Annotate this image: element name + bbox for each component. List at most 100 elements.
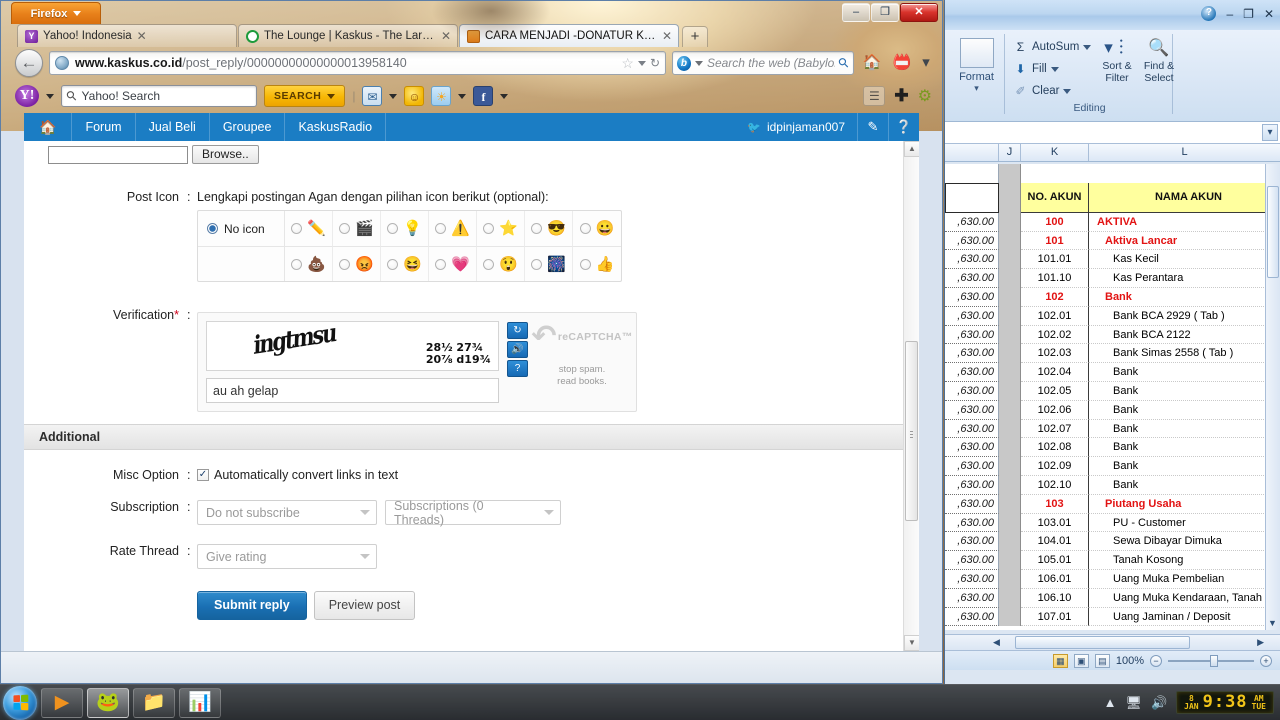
no-icon-option[interactable]: No icon	[198, 211, 285, 246]
zoom-out-button[interactable]: −	[1150, 654, 1162, 667]
start-orb[interactable]	[3, 685, 37, 720]
excel-minimize-button[interactable]: –	[1226, 7, 1233, 21]
cell-j[interactable]	[999, 551, 1021, 570]
no-icon-radio[interactable]	[207, 223, 218, 234]
cell-nama-akun[interactable]: Bank	[1089, 382, 1280, 401]
format-table-icon[interactable]	[959, 38, 994, 68]
post-icon-option-heart[interactable]: 💗	[429, 246, 477, 281]
nav-item-jual-beli[interactable]: Jual Beli	[136, 113, 210, 141]
table-row[interactable]: ,630.00 102.07 Bank	[945, 419, 1280, 439]
scroll-left-icon[interactable]: ◀	[993, 637, 1000, 648]
list-icon[interactable]: ☰	[863, 86, 886, 106]
tab-close-icon[interactable]: ✕	[662, 29, 672, 43]
cell-j[interactable]	[999, 494, 1021, 514]
cell-amount[interactable]: ,630.00	[945, 438, 999, 458]
reload-icon[interactable]: ↻	[650, 56, 660, 70]
back-button[interactable]: ←	[15, 49, 43, 77]
cell-nama-akun[interactable]: Piutang Usaha	[1089, 495, 1280, 514]
table-row[interactable]: ,630.00 102 Bank	[945, 287, 1280, 307]
audio-icon[interactable]: 🔊	[507, 341, 528, 358]
cell-no-akun[interactable]: 102.03	[1021, 344, 1089, 364]
table-row[interactable]: ,630.00 104.01 Sewa Dibayar Dimuka	[945, 532, 1280, 552]
cell-amount[interactable]: ,630.00	[945, 513, 999, 533]
cell-amount[interactable]: ,630.00	[945, 269, 999, 288]
cell-j[interactable]	[999, 231, 1021, 251]
zoom-slider-handle[interactable]	[1210, 654, 1218, 667]
taskbar-explorer[interactable]: 📁	[133, 687, 175, 718]
pencil-icon[interactable]: ✎	[857, 113, 888, 141]
horizontal-scrollbar-thumb[interactable]	[1015, 636, 1190, 649]
radio-icon[interactable]	[339, 258, 351, 270]
zoom-in-button[interactable]: +	[1260, 654, 1272, 667]
cell-nama-akun[interactable]: Bank	[1089, 401, 1280, 420]
post-icon-option-thumbs-up[interactable]: 👍	[573, 246, 621, 281]
cell-no-akun[interactable]: 107.01	[1021, 607, 1089, 627]
cell-j[interactable]	[999, 475, 1021, 495]
page-scrollbar[interactable]: ▲ ▼	[903, 141, 919, 651]
cell-no-akun[interactable]: 103.01	[1021, 513, 1089, 533]
clear-button[interactable]: ✐ Clear	[1013, 80, 1097, 102]
cell-nama-akun[interactable]: Kas Perantara	[1089, 269, 1280, 288]
cell-j[interactable]	[999, 588, 1021, 608]
column-header-j[interactable]: J	[999, 144, 1021, 161]
cell-j[interactable]	[999, 438, 1021, 458]
cell-nama-akun[interactable]: Bank BCA 2122	[1089, 326, 1280, 345]
chevron-down-icon[interactable]: ▾	[949, 83, 1004, 94]
radio-icon[interactable]	[291, 223, 303, 234]
scroll-right-icon[interactable]: ▶	[1257, 637, 1264, 648]
tab-close-icon[interactable]: ✕	[137, 29, 147, 43]
cell-amount[interactable]: ,630.00	[945, 551, 999, 570]
cell-no-akun[interactable]: 102.07	[1021, 419, 1089, 439]
excel-formula-bar[interactable]: ▾	[945, 122, 1280, 144]
url-bar[interactable]: www.kaskus.co.id/post_reply/000000000000…	[49, 51, 666, 75]
nav-item-forum[interactable]: Forum	[72, 113, 136, 141]
table-row[interactable]: ,630.00 101.10 Kas Perantara	[945, 269, 1280, 288]
yahoo-search-input[interactable]: ⚲ Yahoo! Search	[61, 85, 257, 107]
network-icon[interactable]: 🖥	[1125, 695, 1142, 711]
table-row[interactable]: ,630.00 106.01 Uang Muka Pembelian	[945, 569, 1280, 589]
table-row[interactable]: ,630.00 101.01 Kas Kecil	[945, 250, 1280, 270]
cell-no-akun[interactable]: 101.01	[1021, 250, 1089, 270]
cell-left-selected[interactable]	[945, 182, 999, 213]
post-icon-option-yellow-smiley[interactable]: 😀	[573, 211, 621, 246]
search-icon[interactable]: ⚲	[835, 54, 853, 72]
convert-links-checkbox[interactable]: ✓	[197, 469, 209, 481]
cell-no-akun[interactable]: 102.01	[1021, 306, 1089, 326]
cell-amount[interactable]: ,630.00	[945, 325, 999, 345]
radio-icon[interactable]	[339, 223, 351, 234]
cell-j[interactable]	[999, 306, 1021, 326]
cell-amount[interactable]: ,630.00	[945, 231, 999, 251]
nav-home-button[interactable]: 🏠	[24, 113, 73, 141]
cell-nama-akun[interactable]: Sewa Dibayar Dimuka	[1089, 532, 1280, 552]
table-row[interactable]: ,630.00 102.01 Bank BCA 2929 ( Tab )	[945, 306, 1280, 326]
misc-option-field[interactable]: ✓ Automatically convert links in text	[197, 468, 398, 482]
cell-j[interactable]	[999, 532, 1021, 552]
radio-icon[interactable]	[579, 258, 591, 270]
scroll-down-icon[interactable]: ▼	[1268, 618, 1277, 628]
tab-cara-menjadi-donatur-kaskus[interactable]: CARA MENJADI -DONATUR KASKUS-... ✕	[459, 24, 679, 47]
taskbar-clock[interactable]: 8 JAN 9:38 AM TUE	[1176, 691, 1274, 714]
taskbar-media-player[interactable]: ▶	[41, 687, 83, 718]
cell-no-akun[interactable]: 102.10	[1021, 475, 1089, 495]
cell-amount[interactable]: ,630.00	[945, 607, 999, 627]
table-row[interactable]: ,630.00 102.10 Bank	[945, 475, 1280, 495]
table-row[interactable]: ,630.00 100 AKTIVA	[945, 212, 1280, 232]
chevron-down-icon[interactable]	[458, 93, 467, 99]
excel-restore-button[interactable]: ❐	[1243, 7, 1254, 21]
cell-j[interactable]	[999, 344, 1021, 364]
cell-amount[interactable]: ,630.00	[945, 306, 999, 326]
chevron-down-icon[interactable]	[327, 93, 336, 99]
radio-icon[interactable]	[531, 223, 543, 234]
submit-reply-button[interactable]: Submit reply	[197, 591, 307, 620]
taskbar-excel[interactable]: 📊	[179, 687, 221, 718]
expand-formula-bar-icon[interactable]: ▾	[1262, 124, 1278, 141]
table-row[interactable]: ,630.00 102.03 Bank Simas 2558 ( Tab )	[945, 344, 1280, 364]
cell-no-akun[interactable]: 105.01	[1021, 551, 1089, 570]
maximize-button[interactable]: ❐	[871, 3, 899, 22]
cell-j[interactable]	[999, 363, 1021, 382]
table-row[interactable]: ,630.00 103 Piutang Usaha	[945, 494, 1280, 514]
cell-no-akun[interactable]: 100	[1021, 212, 1089, 232]
table-row[interactable]: ,630.00 107.01 Uang Jaminan / Deposit	[945, 607, 1280, 627]
chevron-down-icon[interactable]: ▾	[920, 51, 932, 75]
cell-j[interactable]	[999, 269, 1021, 288]
